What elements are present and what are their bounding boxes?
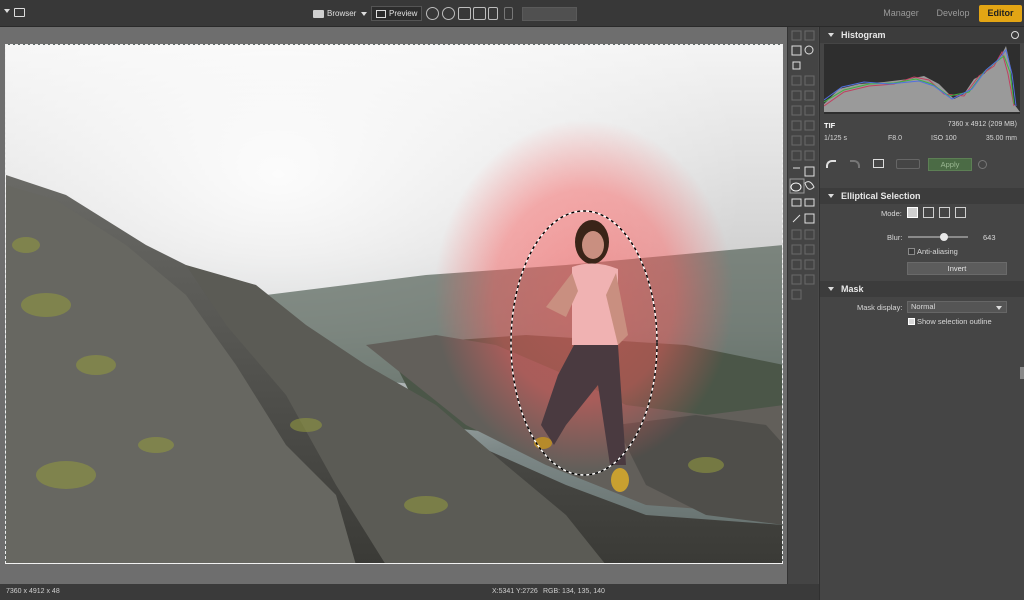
chevron-down-icon <box>361 11 368 16</box>
heal-icon <box>791 120 802 131</box>
focal-length: 35.00 mm <box>985 135 1017 142</box>
zoom-in-icon[interactable] <box>426 7 439 20</box>
zoom-out-icon[interactable] <box>442 7 455 20</box>
panel-scroll-handle[interactable] <box>1020 367 1024 379</box>
rotate-icon <box>791 105 802 116</box>
rect-shape-icon <box>804 166 815 177</box>
fit-screen-icon[interactable] <box>473 7 486 20</box>
zoom-select[interactable] <box>522 7 577 21</box>
text-tool-icon <box>804 229 815 240</box>
transform-icon <box>791 90 802 101</box>
menu-arrow-icon[interactable] <box>4 9 10 13</box>
status-bar: 7360 x 4912 x 48 X:5341 Y:2726 RGB: 134,… <box>0 584 819 600</box>
tools-column <box>787 27 818 584</box>
stamp-tool-icon <box>804 30 815 41</box>
anti-aliasing-label: Anti-aliasing <box>917 247 958 256</box>
share-icon[interactable] <box>978 160 987 169</box>
settings-circle-icon[interactable] <box>1011 31 1019 39</box>
histogram-graph <box>823 44 1020 114</box>
image-info: 7360 x 4912 x 48 <box>6 588 60 595</box>
ellipse-select-icon <box>790 182 802 192</box>
undo-icon[interactable] <box>826 160 836 168</box>
pencil-icon <box>804 135 815 146</box>
show-outline-label: Show selection outline <box>917 317 992 326</box>
magnetic-select-icon <box>804 198 815 207</box>
mode-new-icon[interactable] <box>907 207 918 218</box>
aperture: F8.0 <box>888 135 903 142</box>
right-panel: Histogram TIF 7360 x 4912 (209 MB) 1/125… <box>819 27 1024 600</box>
tab-manager[interactable]: Manager <box>876 5 926 22</box>
redo-icon[interactable] <box>850 160 860 168</box>
photo[interactable] <box>5 44 783 564</box>
crop-icon <box>804 75 815 86</box>
tab-editor[interactable]: Editor <box>979 5 1022 22</box>
fill-icon <box>804 150 815 161</box>
cursor-coords: X:5341 Y:2726 <box>492 588 538 595</box>
image-icon[interactable] <box>873 159 884 168</box>
folder-icon <box>313 9 324 18</box>
blur-value[interactable]: 643 <box>983 233 996 242</box>
poly-select-icon <box>791 198 802 207</box>
photo-content <box>6 45 782 563</box>
image-icon <box>376 9 386 18</box>
file-type: TIF <box>824 121 836 130</box>
mask-header[interactable]: Mask <box>820 281 1024 297</box>
anti-aliasing-checkbox[interactable] <box>908 248 915 255</box>
apply-button[interactable]: Apply <box>928 158 972 171</box>
mode-subtract-icon[interactable] <box>939 207 950 218</box>
shutter-speed: 1/125 s <box>824 135 847 142</box>
gradient-icon <box>804 213 815 224</box>
rgb-value: RGB: 134, 135, 140 <box>543 588 605 595</box>
grid-tool-icon <box>791 45 802 56</box>
chevron-down-icon <box>996 306 1002 310</box>
histogram-header[interactable]: Histogram <box>820 27 1024 43</box>
new-folder-icon[interactable] <box>14 8 25 17</box>
fullscreen-icon[interactable] <box>488 7 498 20</box>
brush-icon <box>791 135 802 146</box>
zoom-tool-icon <box>804 45 814 55</box>
mask-display-label: Mask display: <box>857 303 903 312</box>
lock-icon[interactable] <box>504 7 513 20</box>
hand-tool-icon <box>792 61 801 70</box>
collapse-arrow-icon <box>828 33 834 37</box>
flip-icon <box>804 105 815 116</box>
blur-slider[interactable] <box>908 233 968 241</box>
mode-add-icon[interactable] <box>923 207 934 218</box>
blur-slider-handle[interactable] <box>940 233 948 241</box>
mode-label: Mode: <box>881 209 902 218</box>
tab-develop[interactable]: Develop <box>928 5 978 22</box>
magic-tool-icon <box>791 30 802 41</box>
preview-button[interactable]: Preview <box>371 6 423 21</box>
straighten-icon <box>791 75 802 86</box>
show-outline-checkbox[interactable] <box>908 318 915 325</box>
file-dimensions: 7360 x 4912 (209 MB) <box>947 121 1017 128</box>
eraser-icon <box>791 150 802 161</box>
mask-display-select[interactable]: Normal <box>907 301 1007 313</box>
wand-icon <box>792 214 801 223</box>
browser-button[interactable]: Browser <box>313 6 368 21</box>
collapse-arrow-icon <box>828 194 834 198</box>
lasso-icon <box>804 181 815 190</box>
zoom-actual-icon[interactable] <box>458 7 471 20</box>
layer-icons[interactable] <box>896 159 920 169</box>
mode-intersect-icon[interactable] <box>955 207 966 218</box>
invert-button[interactable]: Invert <box>907 262 1007 275</box>
top-toolbar: Browser Preview Manager Develop Editor <box>0 0 1024 27</box>
elliptical-selection-header[interactable]: Elliptical Selection <box>820 188 1024 204</box>
tool-icons <box>789 30 815 300</box>
clone-icon <box>804 120 815 131</box>
resize-icon <box>804 90 815 101</box>
iso: ISO 100 <box>931 135 957 142</box>
blur-label: Blur: <box>887 233 903 242</box>
collapse-arrow-icon <box>828 287 834 291</box>
